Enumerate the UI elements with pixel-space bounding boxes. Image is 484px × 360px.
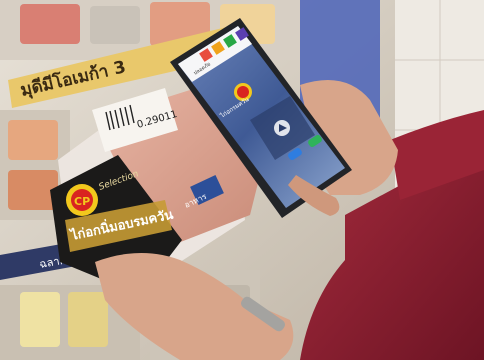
supermarket-photo: มุดีมีโอเมก้า 3 ฉลาก CP Selection ไก่อกน… [0,0,484,360]
cp-logo-text: CP [74,195,90,208]
photo-frame: มุดีมีโอเมก้า 3 ฉลาก CP Selection ไก่อกน… [0,0,484,360]
